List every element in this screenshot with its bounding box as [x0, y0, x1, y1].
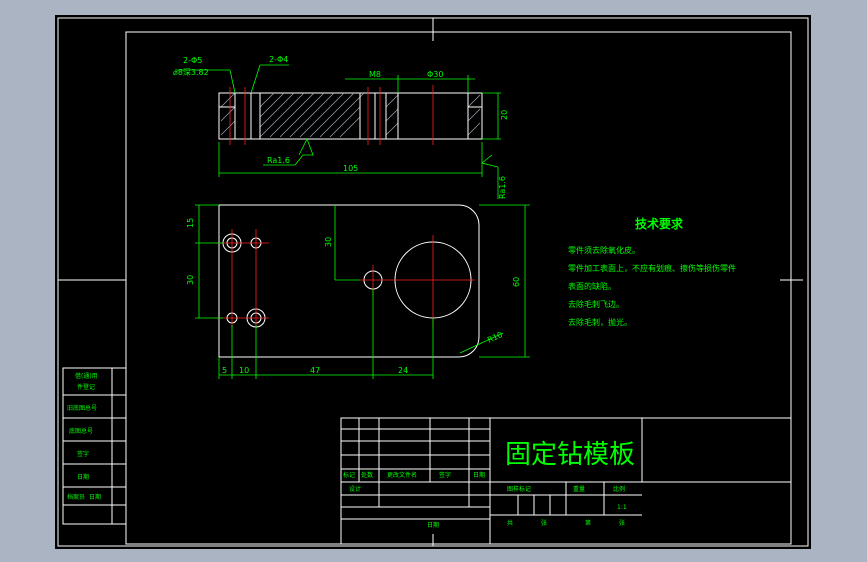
dim-24: 24: [398, 366, 408, 375]
drawing-canvas: 2-Φ5 ⌀8深3.82 2-Φ4 M8 Φ30 20 105 Ra1.6 Ra…: [55, 15, 811, 549]
tb-tuyang: 图样标记: [507, 485, 531, 493]
dim-d30: Φ30: [427, 70, 443, 79]
tb-di: 第: [585, 519, 591, 527]
lt-riqi: 日期: [77, 473, 89, 481]
title-block: [340, 417, 792, 545]
dim-60: 60: [512, 277, 521, 287]
tb-biaoji: 标记: [343, 471, 355, 479]
lt-danganyuan: 档案员: [67, 493, 85, 501]
lt-dituzonghao: 底图总号: [69, 427, 93, 435]
lt-qianzi: 签字: [77, 450, 89, 458]
lt-jietong: 借(通)用: [75, 372, 98, 380]
tb-qianzi: 签字: [439, 471, 451, 479]
engineering-drawing: 2-Φ5 ⌀8深3.82 2-Φ4 M8 Φ30 20 105 Ra1.6 Ra…: [57, 17, 809, 547]
tb-sheji: 设计: [349, 485, 361, 493]
tb-chushu: 处数: [361, 471, 373, 479]
dim-30-left: 30: [186, 275, 195, 285]
tech-line-5: 去除毛刺，抛光。: [568, 317, 632, 327]
tb-zhang2: 张: [619, 519, 625, 527]
tb-gengai: 更改文件名: [387, 471, 417, 479]
roughness-1: Ra1.6: [267, 156, 290, 165]
dim-r10: R10: [486, 330, 504, 345]
dim-length: 105: [343, 164, 358, 173]
tb-zhang: 张: [541, 519, 547, 527]
lt-riqi2: 日期: [89, 493, 101, 501]
tb-riqi2: 日期: [427, 521, 439, 529]
roughness-2: Ra1.6: [498, 176, 507, 199]
tb-scale: 1:1: [617, 504, 627, 511]
part-name: 固定钻模板: [505, 440, 635, 470]
tb-gong: 共: [507, 519, 513, 527]
tb-riqi: 日期: [473, 471, 485, 479]
dim-hole-right: 2-Φ4: [269, 55, 288, 64]
dim-5: 5: [222, 366, 227, 375]
tech-line-4: 去除毛刺飞边。: [568, 299, 624, 309]
tb-bili: 比例: [613, 485, 625, 493]
tech-title: 技术要求: [635, 216, 684, 231]
inner-frame: [125, 31, 792, 545]
dim-47: 47: [310, 366, 320, 375]
dim-15: 15: [186, 218, 195, 228]
tech-line-2: 零件加工表面上，不应有划痕、擦伤等损伤零件: [568, 263, 736, 273]
lt-jiudituzonghao: 旧底图总号: [67, 404, 97, 412]
front-view: [195, 204, 530, 379]
dim-hole-left: 2-Φ5: [183, 56, 202, 65]
tb-zhongliang: 重量: [573, 485, 585, 493]
dim-counterbore: ⌀8深3.82: [173, 68, 209, 77]
lt-jiandengji: 件登记: [77, 383, 95, 391]
dim-height: 20: [500, 110, 509, 120]
dim-m8: M8: [369, 70, 381, 79]
tech-line-1: 零件须去除氧化皮。: [568, 245, 640, 255]
tech-line-3: 表面的缺陷。: [568, 281, 616, 291]
dim-30-mid: 30: [324, 237, 333, 247]
dim-10: 10: [239, 366, 249, 375]
section-view: [175, 64, 501, 199]
